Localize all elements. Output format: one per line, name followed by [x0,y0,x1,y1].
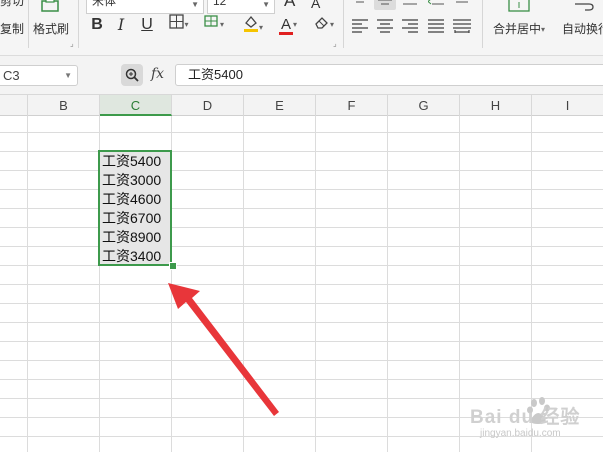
watermark-line1: Bai du 经验 [470,407,581,428]
annotation-arrow-icon [168,283,279,416]
watermark-line2: jingyan.baidu.com [480,428,561,439]
baidu-jingyan-watermark: Bai du 经验 jingyan.baidu.com [468,396,603,452]
